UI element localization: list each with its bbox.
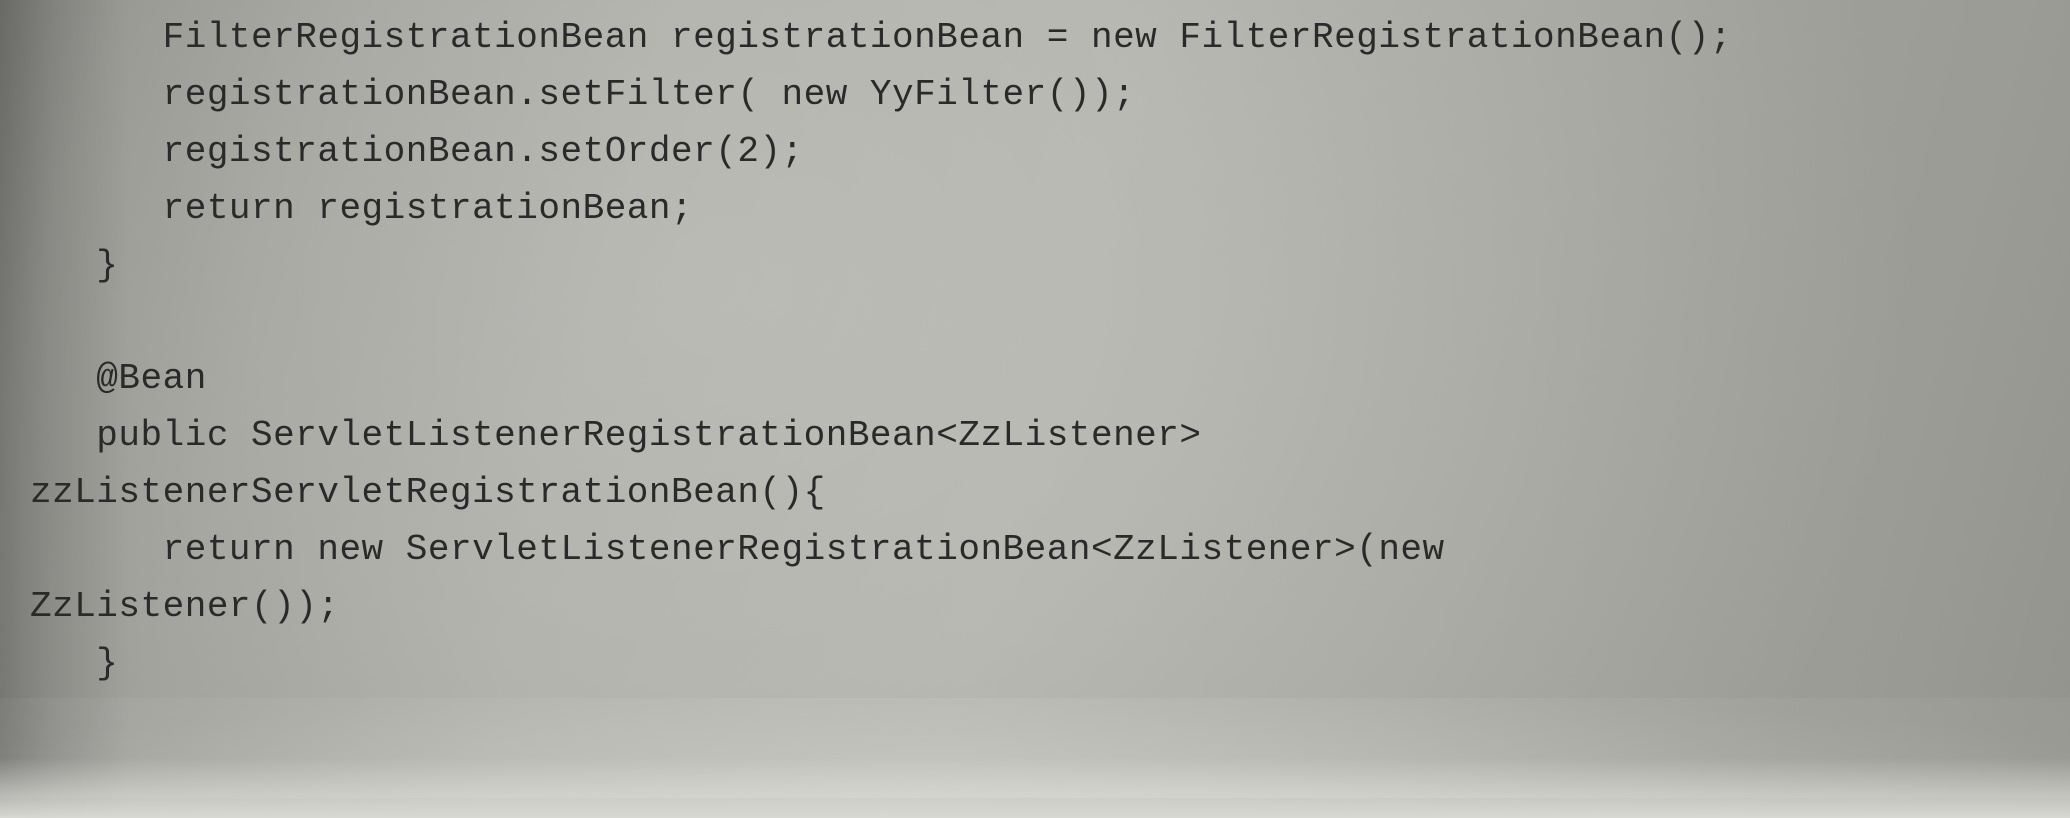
code-line: ZzListener());: [30, 586, 339, 627]
code-line: registrationBean.setOrder(2);: [30, 131, 804, 172]
code-line: return registrationBean;: [30, 188, 693, 229]
scanned-page: FilterRegistrationBean registrationBean …: [0, 0, 2070, 818]
page-bottom-edge: [0, 758, 2070, 818]
code-line: return new ServletListenerRegistrationBe…: [30, 529, 1445, 570]
code-snippet: FilterRegistrationBean registrationBean …: [30, 10, 2040, 693]
code-line: }: [30, 643, 118, 684]
code-line: public ServletListenerRegistrationBean<Z…: [30, 415, 1202, 456]
code-line: @Bean: [30, 358, 207, 399]
code-line: registrationBean.setFilter( new YyFilter…: [30, 74, 1135, 115]
code-line: }: [30, 245, 118, 286]
code-line: FilterRegistrationBean registrationBean …: [30, 17, 1732, 58]
code-line: zzListenerServletRegistrationBean(){: [30, 472, 826, 513]
